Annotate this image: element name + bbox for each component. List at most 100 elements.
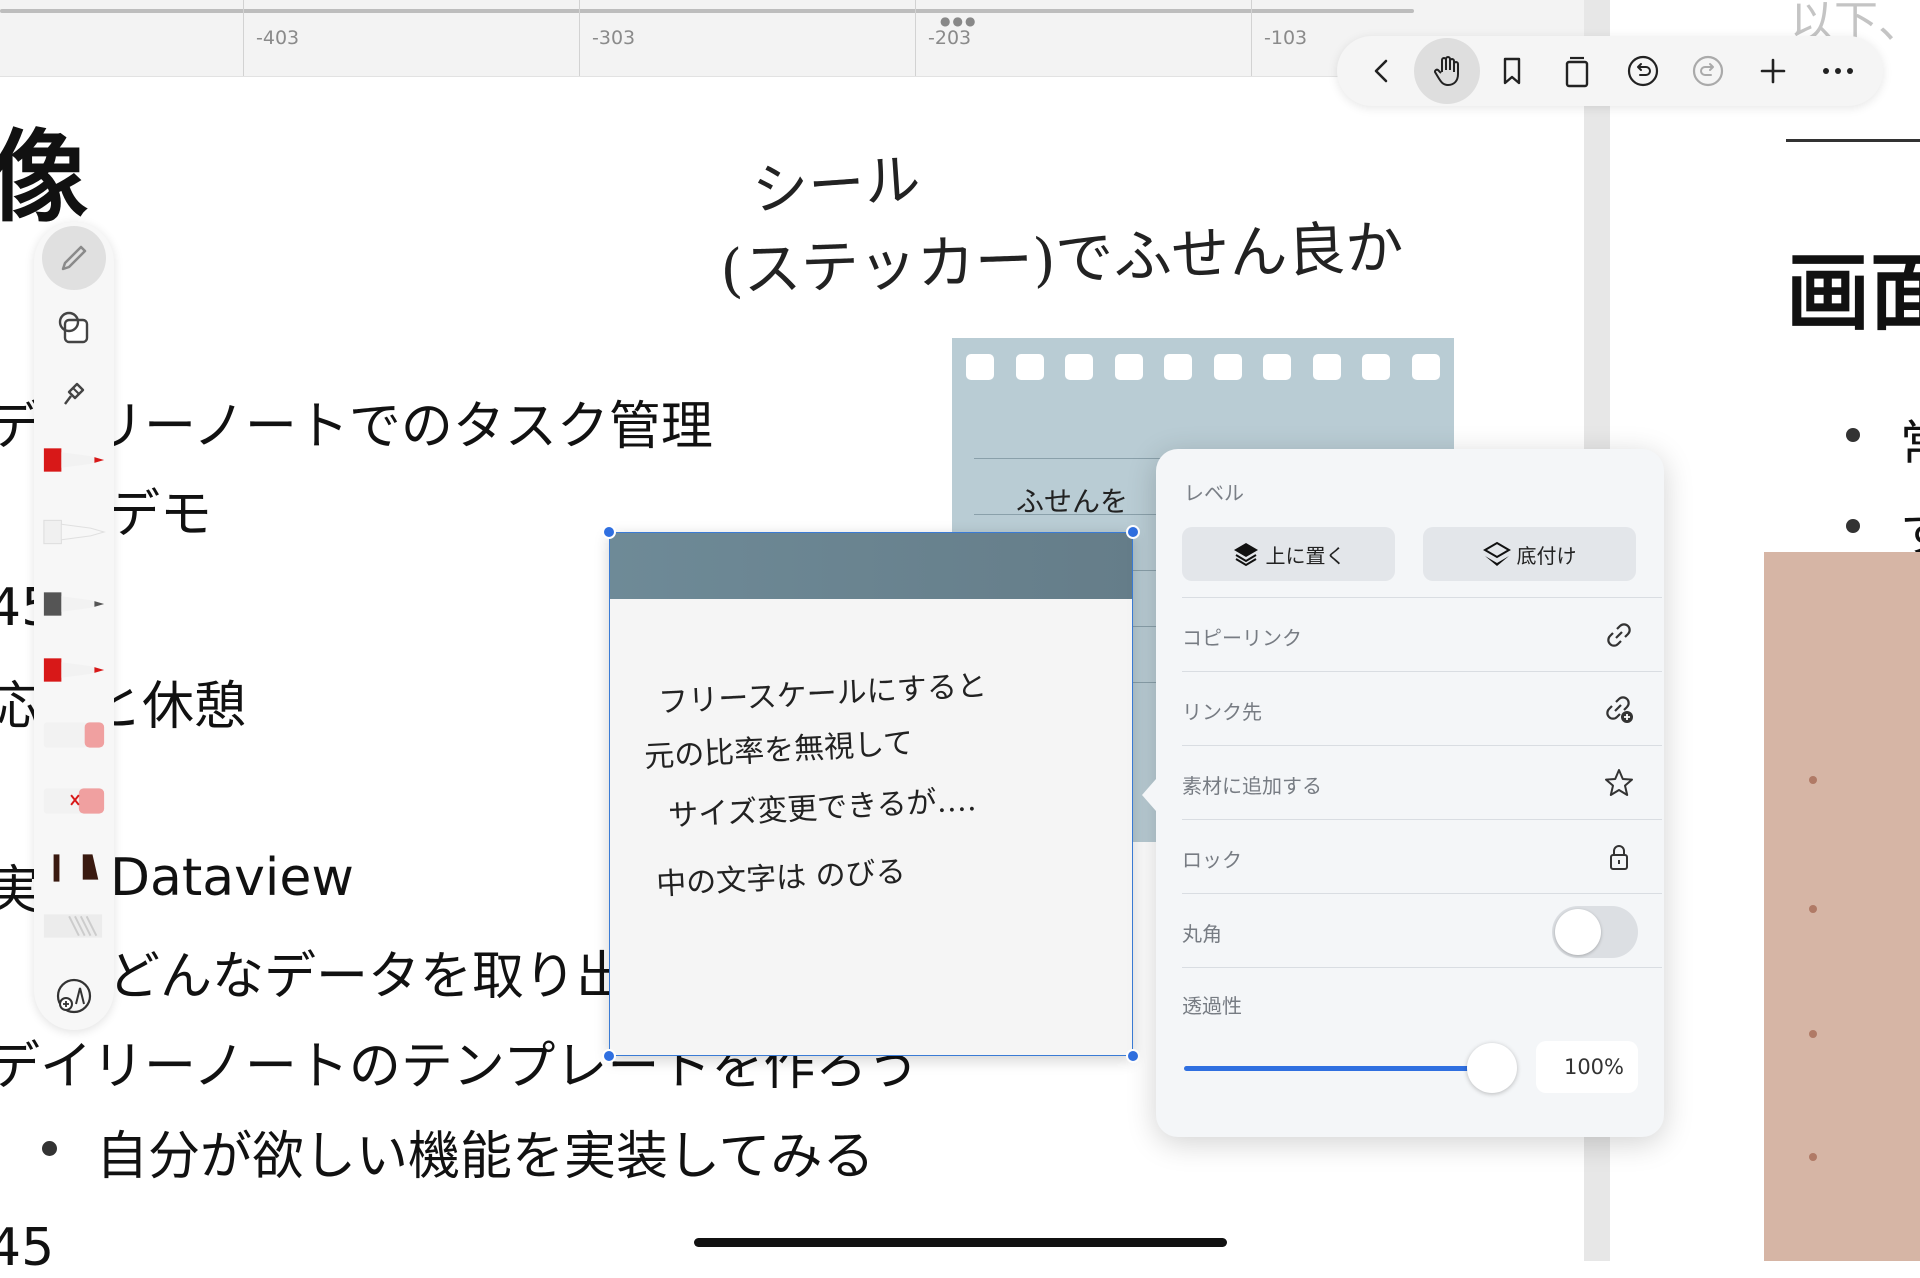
send-back-button[interactable]: 底付け xyxy=(1423,527,1636,581)
add-tool-button[interactable] xyxy=(40,974,108,1018)
pages-button[interactable] xyxy=(1545,38,1610,104)
toggle-knob xyxy=(1555,909,1601,955)
doc-line: 45 xyxy=(0,1218,55,1278)
bring-front-label: 上に置く xyxy=(1265,543,1346,568)
hand-tool-button[interactable] xyxy=(1414,38,1480,104)
red-pen-tool-2[interactable] xyxy=(40,650,108,690)
resize-handle[interactable] xyxy=(602,525,616,539)
doc-line: デモ xyxy=(108,485,213,545)
opacity-slider-thumb[interactable] xyxy=(1467,1043,1517,1093)
ruler-major-tick xyxy=(1251,0,1252,76)
tan-sticker[interactable] xyxy=(1764,552,1920,1261)
hand-icon xyxy=(1433,56,1459,86)
sticky-note-selected[interactable]: フリースケールにすると 元の比率を無視して サイズ変更できるが‥‥ 中の文字は … xyxy=(609,532,1133,1056)
ruler-label: -303 xyxy=(592,27,636,49)
lock-label: ロック xyxy=(1182,848,1242,872)
shapes-tool[interactable] xyxy=(40,302,108,352)
add-button[interactable] xyxy=(1741,38,1806,104)
ruler-major-tick xyxy=(915,0,916,76)
back-button[interactable] xyxy=(1349,38,1414,104)
home-indicator[interactable] xyxy=(694,1238,1227,1247)
note-line: フリースケールにすると xyxy=(657,668,988,721)
note-line: 元の比率を無視して xyxy=(643,725,915,776)
redo-button[interactable] xyxy=(1675,38,1740,104)
hole xyxy=(1065,354,1093,380)
copy-link-label: コピーリンク xyxy=(1182,626,1302,650)
texture-icon xyxy=(43,914,103,938)
ruler-label: -403 xyxy=(256,27,300,49)
ruler-label: -103 xyxy=(1264,27,1308,49)
hole xyxy=(966,354,994,380)
link-to-label: リンク先 xyxy=(1182,700,1262,724)
link-icon xyxy=(1602,618,1636,652)
red-pen-icon xyxy=(43,448,105,472)
hole xyxy=(1362,354,1390,380)
add-to-materials-row[interactable]: 素材に追加する xyxy=(1182,745,1662,820)
sticky-header xyxy=(610,533,1132,599)
back-note-text: ふせんを xyxy=(1016,485,1129,518)
undo-icon xyxy=(1627,55,1658,87)
gray-pen-icon xyxy=(43,592,105,616)
bookmark-button[interactable] xyxy=(1480,38,1545,104)
doc-line: 自分が欲しい機能を実装してみる xyxy=(96,1127,875,1187)
pencil-tool[interactable] xyxy=(40,226,108,290)
opacity-label: 透過性 xyxy=(1182,994,1242,1018)
dot xyxy=(1809,776,1817,784)
ruler-major-tick xyxy=(243,0,244,76)
hole xyxy=(1263,354,1291,380)
resize-handle[interactable] xyxy=(1126,525,1140,539)
dot xyxy=(1809,1153,1817,1161)
resize-handle[interactable] xyxy=(1126,1049,1140,1063)
rounded-corners-row: 丸角 xyxy=(1182,893,1662,968)
more-icon xyxy=(1823,68,1854,74)
bring-front-button[interactable]: 上に置く xyxy=(1182,527,1395,581)
star-icon xyxy=(1602,766,1636,800)
ruler-label: -203 xyxy=(928,27,972,49)
rounded-corners-toggle[interactable] xyxy=(1552,906,1638,958)
red-pen-tool[interactable] xyxy=(40,440,108,480)
resize-handle[interactable] xyxy=(602,1049,616,1063)
eraser-icon xyxy=(43,722,105,748)
note-line: サイズ変更できるが‥‥ xyxy=(667,782,978,835)
hole xyxy=(1412,354,1440,380)
lock-row[interactable]: ロック xyxy=(1182,819,1662,894)
object-options-popover: レベル 上に置く 底付け コピーリンク リンク先 素材に追加する ロック 丸角 xyxy=(1142,449,1664,1137)
lasso-tool[interactable] xyxy=(40,368,108,418)
bullet-dot xyxy=(1846,428,1860,442)
dot xyxy=(1809,905,1817,913)
copy-link-row[interactable]: コピーリンク xyxy=(1182,597,1662,672)
more-button[interactable] xyxy=(1806,38,1871,104)
send-back-icon xyxy=(1482,541,1511,566)
right-page-rule xyxy=(1786,139,1920,142)
eraser-tool[interactable] xyxy=(40,714,108,754)
link-to-row[interactable]: リンク先 xyxy=(1182,671,1662,746)
add-to-materials-label: 素材に追加する xyxy=(1182,774,1322,798)
send-back-label: 底付け xyxy=(1516,543,1577,568)
eraser-x-tool[interactable] xyxy=(40,780,108,820)
ruler-progress-bar xyxy=(0,9,1414,13)
hole xyxy=(1214,354,1242,380)
add-tool-icon xyxy=(56,978,92,1014)
doc-line: Dataview xyxy=(110,848,354,908)
eraser-x-icon xyxy=(43,788,105,814)
opacity-value: 100% xyxy=(1563,1055,1624,1079)
brown-pen-tool[interactable] xyxy=(40,848,108,888)
gray-pen-tool[interactable] xyxy=(40,584,108,624)
link-add-icon xyxy=(1602,692,1636,726)
opacity-slider-track[interactable] xyxy=(1184,1066,1492,1071)
tool-palette xyxy=(34,222,114,1030)
pencil-icon xyxy=(42,226,106,290)
add-icon xyxy=(1760,58,1786,84)
note-line: 中の文字は のびる xyxy=(655,854,907,903)
top-toolbar xyxy=(1337,36,1883,106)
bullet-dot xyxy=(42,1141,57,1156)
bookmark-icon xyxy=(1503,57,1521,85)
back-icon xyxy=(1374,59,1387,83)
opacity-value-field[interactable]: 100% xyxy=(1536,1041,1638,1093)
rounded-corners-label: 丸角 xyxy=(1182,922,1222,946)
ruler-grip-icon[interactable]: ●●● xyxy=(940,14,977,28)
brown-pen-icon xyxy=(53,854,99,882)
texture-tool[interactable] xyxy=(40,906,108,946)
undo-button[interactable] xyxy=(1610,38,1675,104)
white-pen-tool[interactable] xyxy=(40,512,108,552)
